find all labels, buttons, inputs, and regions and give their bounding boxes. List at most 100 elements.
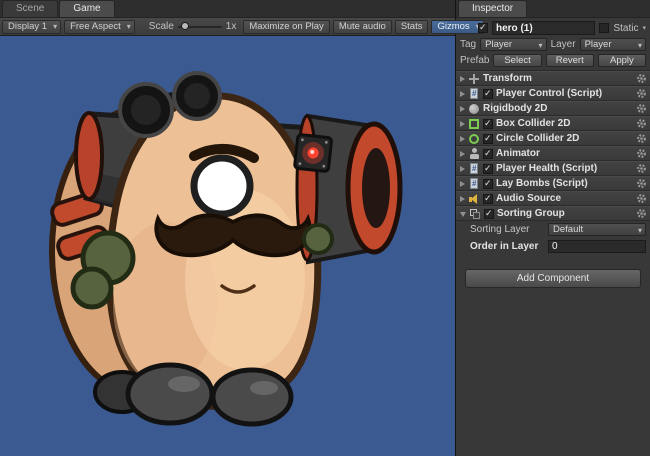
- script-icon: [468, 88, 480, 100]
- scale-label: Scale: [149, 21, 174, 32]
- bazooka-panel: [294, 134, 331, 171]
- gear-icon[interactable]: [636, 103, 647, 114]
- component-player-health-script[interactable]: Player Health (Script): [456, 161, 650, 176]
- layer-dropdown[interactable]: Player: [580, 38, 646, 51]
- prefab-row: Prefab Select Revert Apply: [460, 54, 646, 67]
- component-label: Sorting Group: [497, 208, 565, 219]
- rigidbody-icon: [468, 103, 480, 115]
- order-in-layer-row: Order in Layer: [456, 238, 650, 255]
- foldout-icon[interactable]: [460, 106, 465, 112]
- prefab-revert-button[interactable]: Revert: [546, 54, 594, 67]
- component-enabled-checkbox[interactable]: [484, 209, 494, 219]
- layer-label: Layer: [551, 39, 576, 50]
- gizmos-button[interactable]: Gizmos: [431, 20, 483, 34]
- sorting-layer-dropdown[interactable]: Default: [548, 223, 646, 236]
- component-list: Transform Player Control (Script) Rigidb…: [456, 71, 650, 221]
- foldout-icon[interactable]: [460, 91, 465, 97]
- component-label: Player Health (Script): [496, 163, 597, 174]
- scale-group: Scale 1x: [149, 21, 237, 32]
- tab-scene[interactable]: Scene: [2, 0, 58, 17]
- game-view-toolbar: Display 1 Free Aspect Scale 1x Maximize …: [0, 18, 455, 36]
- gear-icon[interactable]: [636, 73, 647, 84]
- foldout-icon[interactable]: [460, 181, 465, 187]
- component-label: Audio Source: [496, 193, 561, 204]
- gear-icon[interactable]: [636, 133, 647, 144]
- box-collider-icon: [468, 118, 480, 130]
- gear-icon[interactable]: [636, 178, 647, 189]
- script-icon: [468, 178, 480, 190]
- component-lay-bombs-script[interactable]: Lay Bombs (Script): [456, 176, 650, 191]
- order-in-layer-label: Order in Layer: [470, 241, 544, 252]
- gear-icon[interactable]: [636, 163, 647, 174]
- maximize-on-play-button[interactable]: Maximize on Play: [243, 20, 329, 34]
- component-player-control-script[interactable]: Player Control (Script): [456, 86, 650, 101]
- static-label: Static: [613, 23, 638, 34]
- component-enabled-checkbox[interactable]: [483, 134, 493, 144]
- gear-icon[interactable]: [636, 88, 647, 99]
- gear-icon[interactable]: [636, 193, 647, 204]
- prefab-apply-button[interactable]: Apply: [598, 54, 646, 67]
- foldout-icon[interactable]: [460, 212, 466, 217]
- prefab-label: Prefab: [460, 55, 489, 66]
- component-label: Lay Bombs (Script): [496, 178, 588, 189]
- foldout-icon[interactable]: [460, 121, 465, 127]
- add-component-button[interactable]: Add Component: [465, 269, 641, 288]
- game-viewport[interactable]: [0, 36, 455, 456]
- sorting-group-properties: Sorting Layer Default Order in Layer: [456, 221, 650, 255]
- component-label: Box Collider 2D: [496, 118, 570, 129]
- mute-audio-button[interactable]: Mute audio: [333, 20, 392, 34]
- order-in-layer-field[interactable]: [548, 240, 646, 253]
- component-enabled-checkbox[interactable]: [483, 194, 493, 204]
- inspector-pane: Inspector Static ▾ Tag: [455, 0, 650, 456]
- game-character: [0, 36, 455, 456]
- sorting-layer-row: Sorting Layer Default: [456, 221, 650, 238]
- component-animator[interactable]: Animator: [456, 146, 650, 161]
- component-transform[interactable]: Transform: [456, 71, 650, 86]
- component-rigidbody-2d[interactable]: Rigidbody 2D: [456, 101, 650, 116]
- gear-icon[interactable]: [636, 208, 647, 219]
- display-dropdown[interactable]: Display 1: [2, 20, 61, 34]
- tag-layer-row: Tag Player Layer Player: [460, 38, 646, 51]
- component-sorting-group[interactable]: Sorting Group: [456, 206, 650, 221]
- sorting-layer-label: Sorting Layer: [470, 224, 544, 235]
- foldout-icon[interactable]: [460, 196, 465, 202]
- tab-inspector[interactable]: Inspector: [458, 0, 527, 17]
- static-checkbox[interactable]: [599, 23, 609, 33]
- inspector-tabbar: Inspector: [456, 0, 650, 18]
- sorting-group-icon: [469, 208, 481, 220]
- component-audio-source[interactable]: Audio Source: [456, 191, 650, 206]
- prefab-select-button[interactable]: Select: [493, 54, 541, 67]
- foldout-icon[interactable]: [460, 136, 465, 142]
- aspect-dropdown[interactable]: Free Aspect: [64, 20, 135, 34]
- gear-icon[interactable]: [636, 148, 647, 159]
- unity-editor-window: Scene Game Display 1 Free Aspect Scale 1…: [0, 0, 650, 456]
- component-enabled-checkbox[interactable]: [483, 119, 493, 129]
- component-box-collider-2d[interactable]: Box Collider 2D: [456, 116, 650, 131]
- component-enabled-checkbox[interactable]: [483, 164, 493, 174]
- component-enabled-checkbox[interactable]: [483, 89, 493, 99]
- script-icon: [468, 163, 480, 175]
- tab-game[interactable]: Game: [59, 0, 114, 17]
- static-options-arrow-icon[interactable]: ▾: [642, 24, 646, 32]
- scale-slider-knob[interactable]: [181, 22, 189, 30]
- gameobject-name-row: Static ▾: [460, 21, 646, 35]
- stats-button[interactable]: Stats: [395, 20, 429, 34]
- scale-slider[interactable]: [178, 26, 222, 28]
- component-label: Transform: [483, 73, 532, 84]
- transform-icon: [468, 73, 480, 85]
- component-circle-collider-2d[interactable]: Circle Collider 2D: [456, 131, 650, 146]
- audio-icon: [468, 193, 480, 205]
- component-enabled-checkbox[interactable]: [483, 149, 493, 159]
- gameobject-active-checkbox[interactable]: [478, 23, 488, 33]
- monocle-eye: [194, 158, 250, 214]
- component-enabled-checkbox[interactable]: [483, 179, 493, 189]
- tag-dropdown[interactable]: Player: [480, 38, 546, 51]
- gear-icon[interactable]: [636, 118, 647, 129]
- gameobject-name-field[interactable]: [492, 21, 595, 35]
- foldout-icon[interactable]: [460, 166, 465, 172]
- gameobject-header: Static ▾ Tag Player Layer Player Prefab …: [456, 18, 650, 71]
- foldout-icon[interactable]: [460, 76, 465, 82]
- tag-label: Tag: [460, 39, 476, 50]
- component-label: Circle Collider 2D: [496, 133, 579, 144]
- foldout-icon[interactable]: [460, 151, 465, 157]
